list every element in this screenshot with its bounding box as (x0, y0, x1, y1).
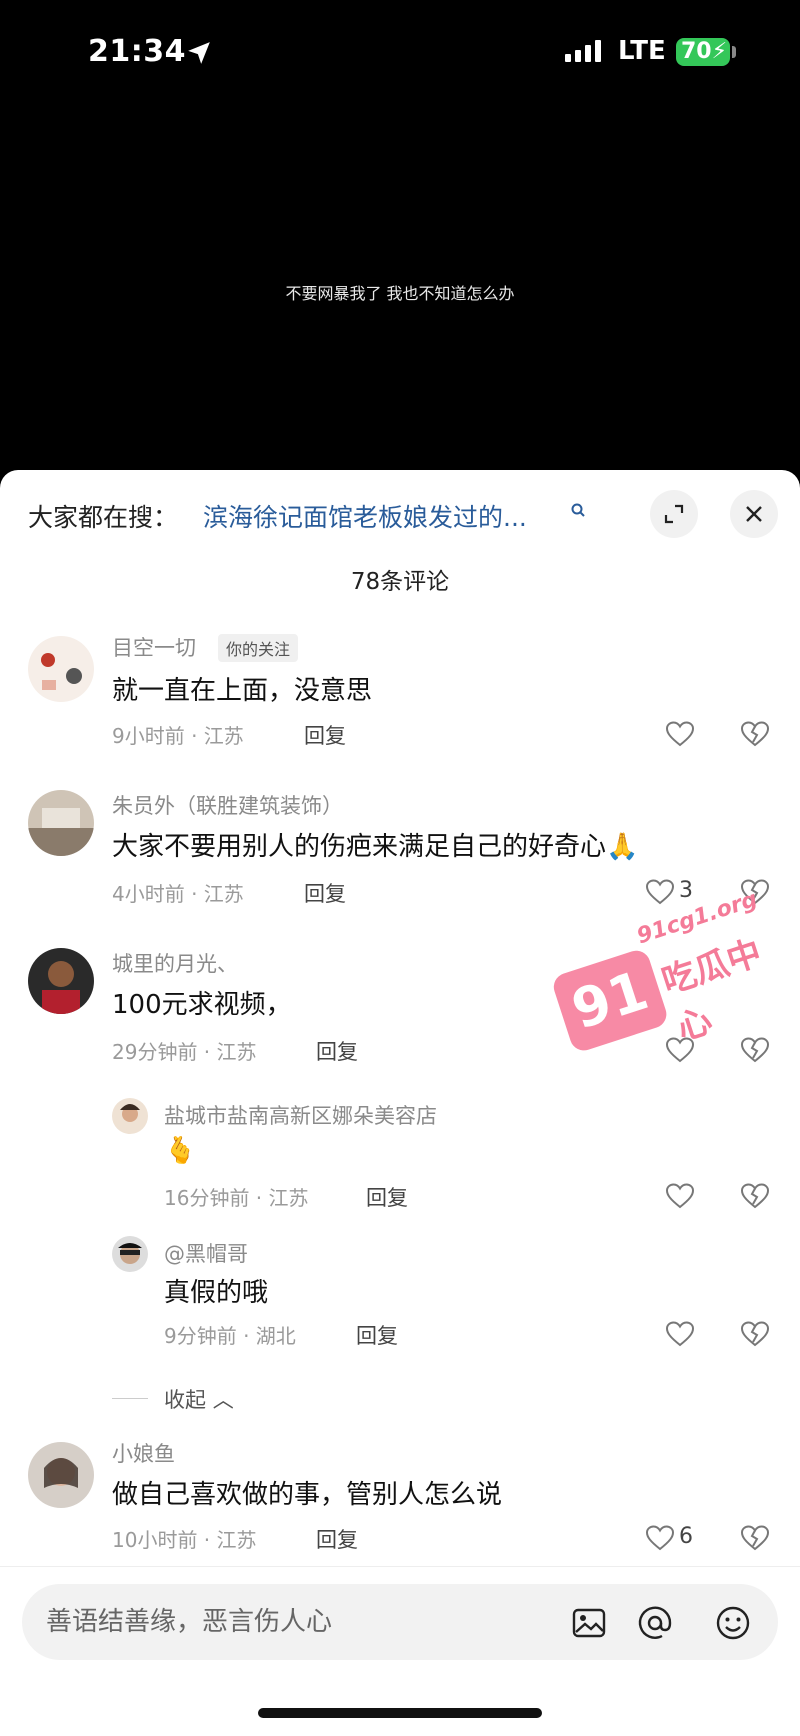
status-time: 21:34 (88, 34, 186, 69)
comment-author[interactable]: 城里的月光、 (112, 948, 238, 978)
battery-tip (732, 46, 736, 58)
location-arrow-icon (188, 42, 210, 64)
comment-meta: 10小时前 · 江苏 (112, 1528, 257, 1552)
image-icon[interactable] (570, 1604, 608, 1642)
comment-author[interactable]: 目空一切 (112, 632, 196, 662)
battery-icon: 70⚡ (676, 38, 730, 66)
collapse-divider (112, 1398, 148, 1399)
reply-button[interactable]: 回复 (316, 1524, 358, 1554)
reply-item: 盐城市盐南高新区娜朵美容店 🫰 16分钟前 · 江苏 回复 (0, 1098, 800, 1210)
comment-text: 🫰 (164, 1136, 197, 1166)
comment-meta: 9分钟前 · 湖北 (164, 1324, 296, 1348)
broken-heart-icon[interactable] (740, 720, 770, 748)
comment-author[interactable]: @黑帽哥 (164, 1238, 248, 1268)
comment-meta: 4小时前 · 江苏 (112, 882, 244, 906)
signal-icon (565, 40, 601, 62)
broken-heart-icon[interactable] (740, 1320, 770, 1348)
trending-search-link[interactable]: 滨海徐记面馆老板娘发过的... (203, 498, 527, 534)
like-count: 6 (679, 1524, 693, 1549)
status-bar: 21:34 LTE 70⚡ (0, 0, 800, 110)
collapse-label: 收起 (164, 1388, 206, 1412)
reply-button[interactable]: 回复 (304, 878, 346, 908)
avatar[interactable] (112, 1236, 148, 1272)
comment-text: 真假的哦 (164, 1278, 269, 1308)
comment-text: 做自己喜欢做的事，管别人怎么说 (112, 1480, 503, 1510)
avatar[interactable] (28, 1442, 94, 1508)
avatar[interactable] (28, 948, 94, 1014)
trending-search-prefix: 大家都在搜： (28, 503, 179, 532)
search-icon (571, 503, 585, 517)
comment-meta: 16分钟前 · 江苏 (164, 1186, 309, 1210)
comment-input-bar (22, 1584, 778, 1660)
comment-sheet: 大家都在搜： 滨海徐记面馆老板娘发过的... 78条评论 目空一切 你的关注 就… (0, 470, 800, 1736)
network-label: LTE (618, 36, 666, 66)
avatar[interactable] (112, 1098, 148, 1134)
emoji-icon[interactable] (714, 1604, 752, 1642)
comment-author[interactable]: 朱员外（联胜建筑装饰） (112, 790, 343, 820)
close-button[interactable] (730, 490, 778, 538)
comment-count: 78条评论 (350, 569, 450, 595)
home-indicator[interactable] (258, 1708, 542, 1718)
reply-button[interactable]: 回复 (356, 1320, 398, 1350)
following-badge: 你的关注 (218, 634, 299, 662)
reply-button[interactable]: 回复 (304, 720, 346, 750)
broken-heart-icon[interactable] (740, 1182, 770, 1210)
close-icon (746, 506, 762, 522)
comment-text: 100元求视频， (112, 990, 292, 1020)
comment-meta: 9小时前 · 江苏 (112, 724, 244, 748)
expand-icon (664, 504, 684, 524)
heart-icon[interactable] (665, 1182, 695, 1210)
avatar[interactable] (28, 636, 94, 702)
expand-button[interactable] (650, 490, 698, 538)
video-caption: 不要网暴我了 我也不知道怎么办 (285, 284, 515, 303)
reply-item: @黑帽哥 真假的哦 9分钟前 · 湖北 回复 (0, 1236, 800, 1348)
battery-level: 70 (681, 39, 712, 64)
at-icon[interactable] (636, 1604, 674, 1642)
heart-icon[interactable] (665, 720, 695, 748)
avatar[interactable] (28, 790, 94, 856)
comment-text: 大家不要用别人的伤疤来满足自己的好奇心🙏 (112, 832, 639, 862)
reply-button[interactable]: 回复 (316, 1036, 358, 1066)
heart-icon[interactable] (665, 1320, 695, 1348)
reply-button[interactable]: 回复 (366, 1182, 408, 1212)
comment-author[interactable]: 小娘鱼 (112, 1438, 175, 1468)
chevron-up-icon: ︿ (212, 1388, 234, 1412)
comment-input[interactable] (46, 1584, 546, 1660)
video-area[interactable]: 不要网暴我了 我也不知道怎么办 (0, 110, 800, 470)
input-divider (0, 1566, 800, 1567)
broken-heart-icon[interactable] (740, 1524, 770, 1552)
watermark-name: 吃瓜中心 (657, 932, 767, 1049)
comment-item: 目空一切 你的关注 就一直在上面，没意思 9小时前 · 江苏 回复 (0, 632, 800, 762)
comment-item: 小娘鱼 做自己喜欢做的事，管别人怎么说 10小时前 · 江苏 回复 6 (0, 1438, 800, 1568)
heart-icon[interactable] (645, 1524, 675, 1552)
comment-author[interactable]: 盐城市盐南高新区娜朵美容店 (164, 1100, 437, 1130)
collapse-replies-button[interactable]: 收起 ︿ (164, 1384, 234, 1414)
comment-text: 就一直在上面，没意思 (112, 676, 373, 706)
comment-meta: 29分钟前 · 江苏 (112, 1040, 257, 1064)
